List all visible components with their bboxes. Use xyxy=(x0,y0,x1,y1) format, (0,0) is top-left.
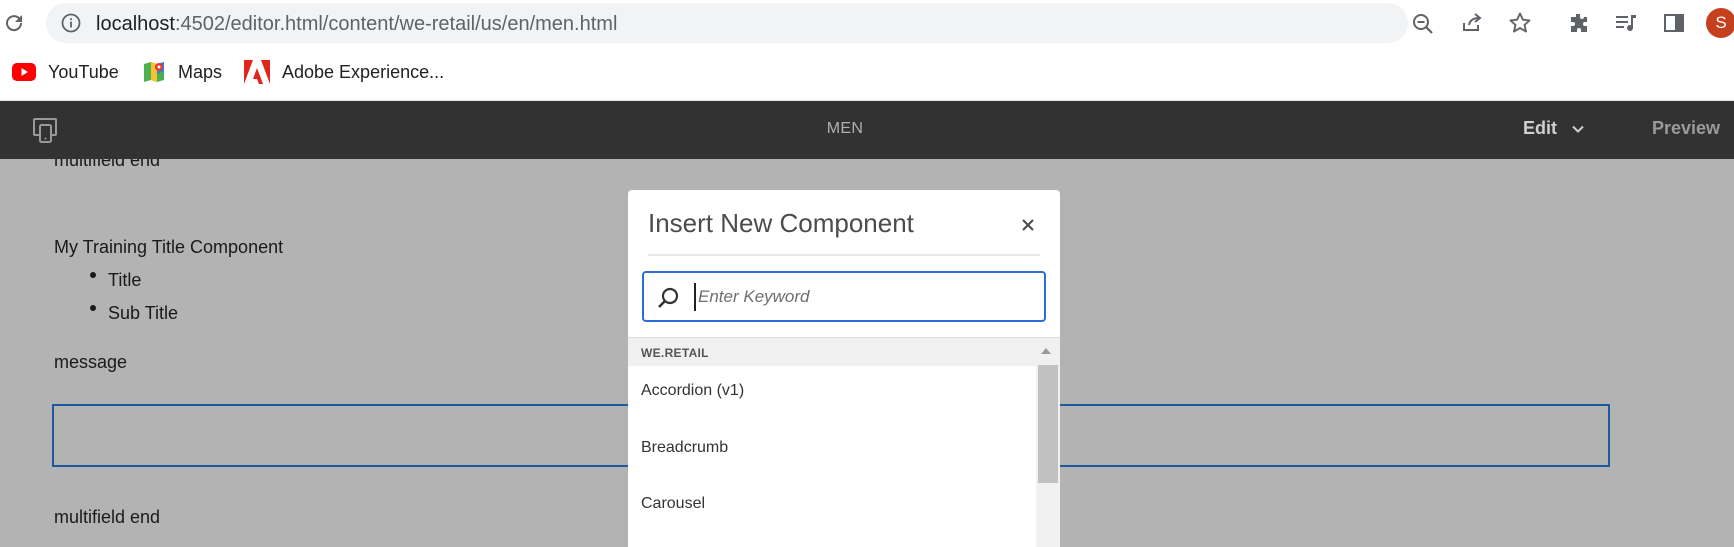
zoom-out-icon[interactable] xyxy=(1412,13,1434,35)
scrollbar-thumb[interactable] xyxy=(1038,365,1058,483)
component-item-accordion[interactable]: Accordion (v1) xyxy=(628,365,1036,417)
adobe-icon xyxy=(244,60,270,84)
youtube-icon xyxy=(12,63,36,81)
page-title: MEN xyxy=(826,120,864,137)
bookmark-label: Adobe Experience... xyxy=(282,61,445,82)
url-host: localhost xyxy=(96,13,175,35)
component-item-breadcrumb[interactable]: Breadcrumb xyxy=(628,422,1036,474)
component-item-label: Accordion (v1) xyxy=(641,382,745,399)
maps-icon xyxy=(144,62,164,82)
browser-toolbar: localhost:4502/editor.html/content/we-re… xyxy=(0,0,1734,46)
bookmark-maps[interactable]: Maps xyxy=(142,58,222,86)
search-input[interactable] xyxy=(694,283,1028,311)
editor-toolbar: MEN Edit Preview xyxy=(0,101,1734,159)
bookmarks-bar: YouTube Maps Adobe Experience... xyxy=(0,46,1734,101)
address-bar[interactable]: localhost:4502/editor.html/content/we-re… xyxy=(46,3,1433,43)
bullet-marker xyxy=(90,272,96,278)
insert-component-dialog: Insert New Component WE.RETAIL Accordion… xyxy=(628,190,1060,547)
bookmark-label: Maps xyxy=(178,61,223,82)
mode-selector[interactable]: Edit xyxy=(1523,118,1585,139)
component-list: Accordion (v1) Breadcrumb Carousel xyxy=(628,365,1036,547)
preview-button[interactable]: Preview xyxy=(1652,118,1720,139)
chevron-down-icon xyxy=(1572,125,1584,133)
bookmark-youtube[interactable]: YouTube xyxy=(12,58,119,86)
bullet-item-title: Title xyxy=(108,270,142,290)
mode-label: Edit xyxy=(1523,118,1557,138)
share-icon[interactable] xyxy=(1460,11,1484,35)
message-text: message xyxy=(54,352,128,372)
search-icon xyxy=(658,287,679,308)
bullet-item-subtitle: Sub Title xyxy=(108,303,179,323)
reload-icon[interactable] xyxy=(2,11,26,35)
bullet-marker xyxy=(90,305,96,311)
media-queue-icon[interactable] xyxy=(1614,11,1638,35)
bookmark-label: YouTube xyxy=(48,61,119,82)
site-info-icon[interactable] xyxy=(61,13,81,33)
component-item-label: Carousel xyxy=(641,495,706,512)
dialog-divider xyxy=(648,254,1040,256)
profile-avatar[interactable]: S xyxy=(1706,8,1734,38)
bookmark-star-icon[interactable] xyxy=(1508,11,1532,35)
url-text[interactable]: localhost:4502/editor.html/content/we-re… xyxy=(96,13,617,36)
side-panel-icon[interactable] xyxy=(1662,11,1686,35)
group-label: WE.RETAIL xyxy=(641,346,709,360)
scroll-up-arrow-icon[interactable] xyxy=(1040,346,1052,356)
component-group-header[interactable]: WE.RETAIL xyxy=(628,337,1060,366)
component-title-text: My Training Title Component xyxy=(54,237,284,257)
component-item-label: Breadcrumb xyxy=(641,439,729,456)
close-button[interactable] xyxy=(1013,210,1043,240)
bookmark-adobe-experience[interactable]: Adobe Experience... xyxy=(244,58,444,86)
close-icon xyxy=(1022,219,1034,231)
search-box[interactable] xyxy=(642,271,1046,322)
multifield-end-text: multifield end xyxy=(54,159,161,170)
component-item-carousel[interactable]: Carousel xyxy=(628,478,1036,530)
url-path: :4502/editor.html/content/we-retail/us/e… xyxy=(174,13,618,35)
dialog-title: Insert New Component xyxy=(648,208,914,238)
multifield-end-text-bottom: multifield end xyxy=(54,507,161,527)
extensions-icon[interactable] xyxy=(1567,11,1591,35)
